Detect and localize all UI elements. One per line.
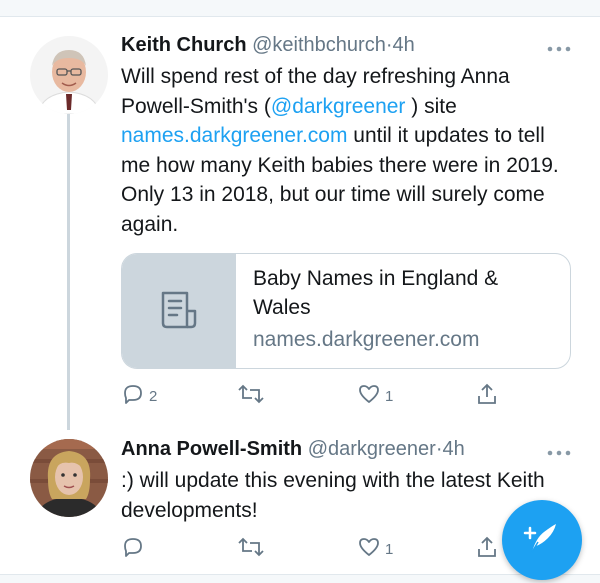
thread-connector-line	[67, 114, 70, 430]
tweet-actions: 2 1	[121, 382, 501, 412]
tweet-text-part: ) site	[405, 94, 457, 118]
article-icon	[122, 254, 236, 368]
ellipsis-icon[interactable]	[546, 37, 572, 57]
retweet-button[interactable]	[238, 382, 268, 410]
tweet-header: Anna Powell-Smith @darkgreener·4h	[121, 437, 465, 461]
tweet-time[interactable]: 4h	[393, 34, 415, 56]
meta-separator: ·	[435, 438, 443, 460]
reply-icon	[121, 535, 145, 563]
like-button[interactable]: 1	[357, 535, 393, 563]
tweet-text: Will spend rest of the day refreshing An…	[121, 62, 566, 239]
reply-button[interactable]	[121, 535, 149, 563]
avatar-anna[interactable]	[30, 439, 108, 517]
retweet-button[interactable]	[238, 535, 268, 563]
avatar-keith[interactable]	[30, 36, 108, 114]
like-count: 1	[385, 540, 394, 558]
reply-icon	[121, 382, 145, 410]
share-button[interactable]	[475, 535, 499, 563]
mention-link[interactable]: @darkgreener	[271, 95, 406, 118]
reply-button[interactable]: 2	[121, 382, 157, 410]
like-button[interactable]: 1	[357, 382, 393, 410]
author-name[interactable]: Keith Church	[121, 34, 247, 56]
author-handle[interactable]: @darkgreener	[308, 438, 436, 460]
compose-tweet-button[interactable]	[502, 500, 582, 580]
meta-separator: ·	[385, 34, 393, 56]
heart-icon	[357, 382, 381, 410]
like-count: 1	[385, 387, 394, 405]
top-divider	[0, 0, 600, 17]
author-handle[interactable]: @keithbchurch	[252, 34, 386, 56]
heart-icon	[357, 535, 381, 563]
share-button[interactable]	[475, 382, 499, 410]
share-icon	[475, 382, 499, 410]
card-title: Baby Names in England & Wales	[253, 267, 499, 319]
tweet-header: Keith Church @keithbchurch·4h	[121, 33, 415, 57]
url-link[interactable]: names.darkgreener.com	[121, 124, 347, 147]
compose-tweet-icon	[522, 518, 562, 563]
link-preview-card[interactable]: Baby Names in England & Wales names.dark…	[121, 253, 571, 369]
retweet-icon	[238, 535, 264, 563]
tweet-actions: 1	[121, 535, 501, 565]
tweet-text: :) will update this evening with the lat…	[121, 469, 545, 522]
reply-count: 2	[149, 387, 158, 405]
ellipsis-icon[interactable]	[546, 441, 572, 461]
share-icon	[475, 535, 499, 563]
author-name[interactable]: Anna Powell-Smith	[121, 438, 302, 460]
tweet-time[interactable]: 4h	[443, 438, 465, 460]
retweet-icon	[238, 382, 264, 410]
card-domain: names.darkgreener.com	[253, 328, 480, 351]
